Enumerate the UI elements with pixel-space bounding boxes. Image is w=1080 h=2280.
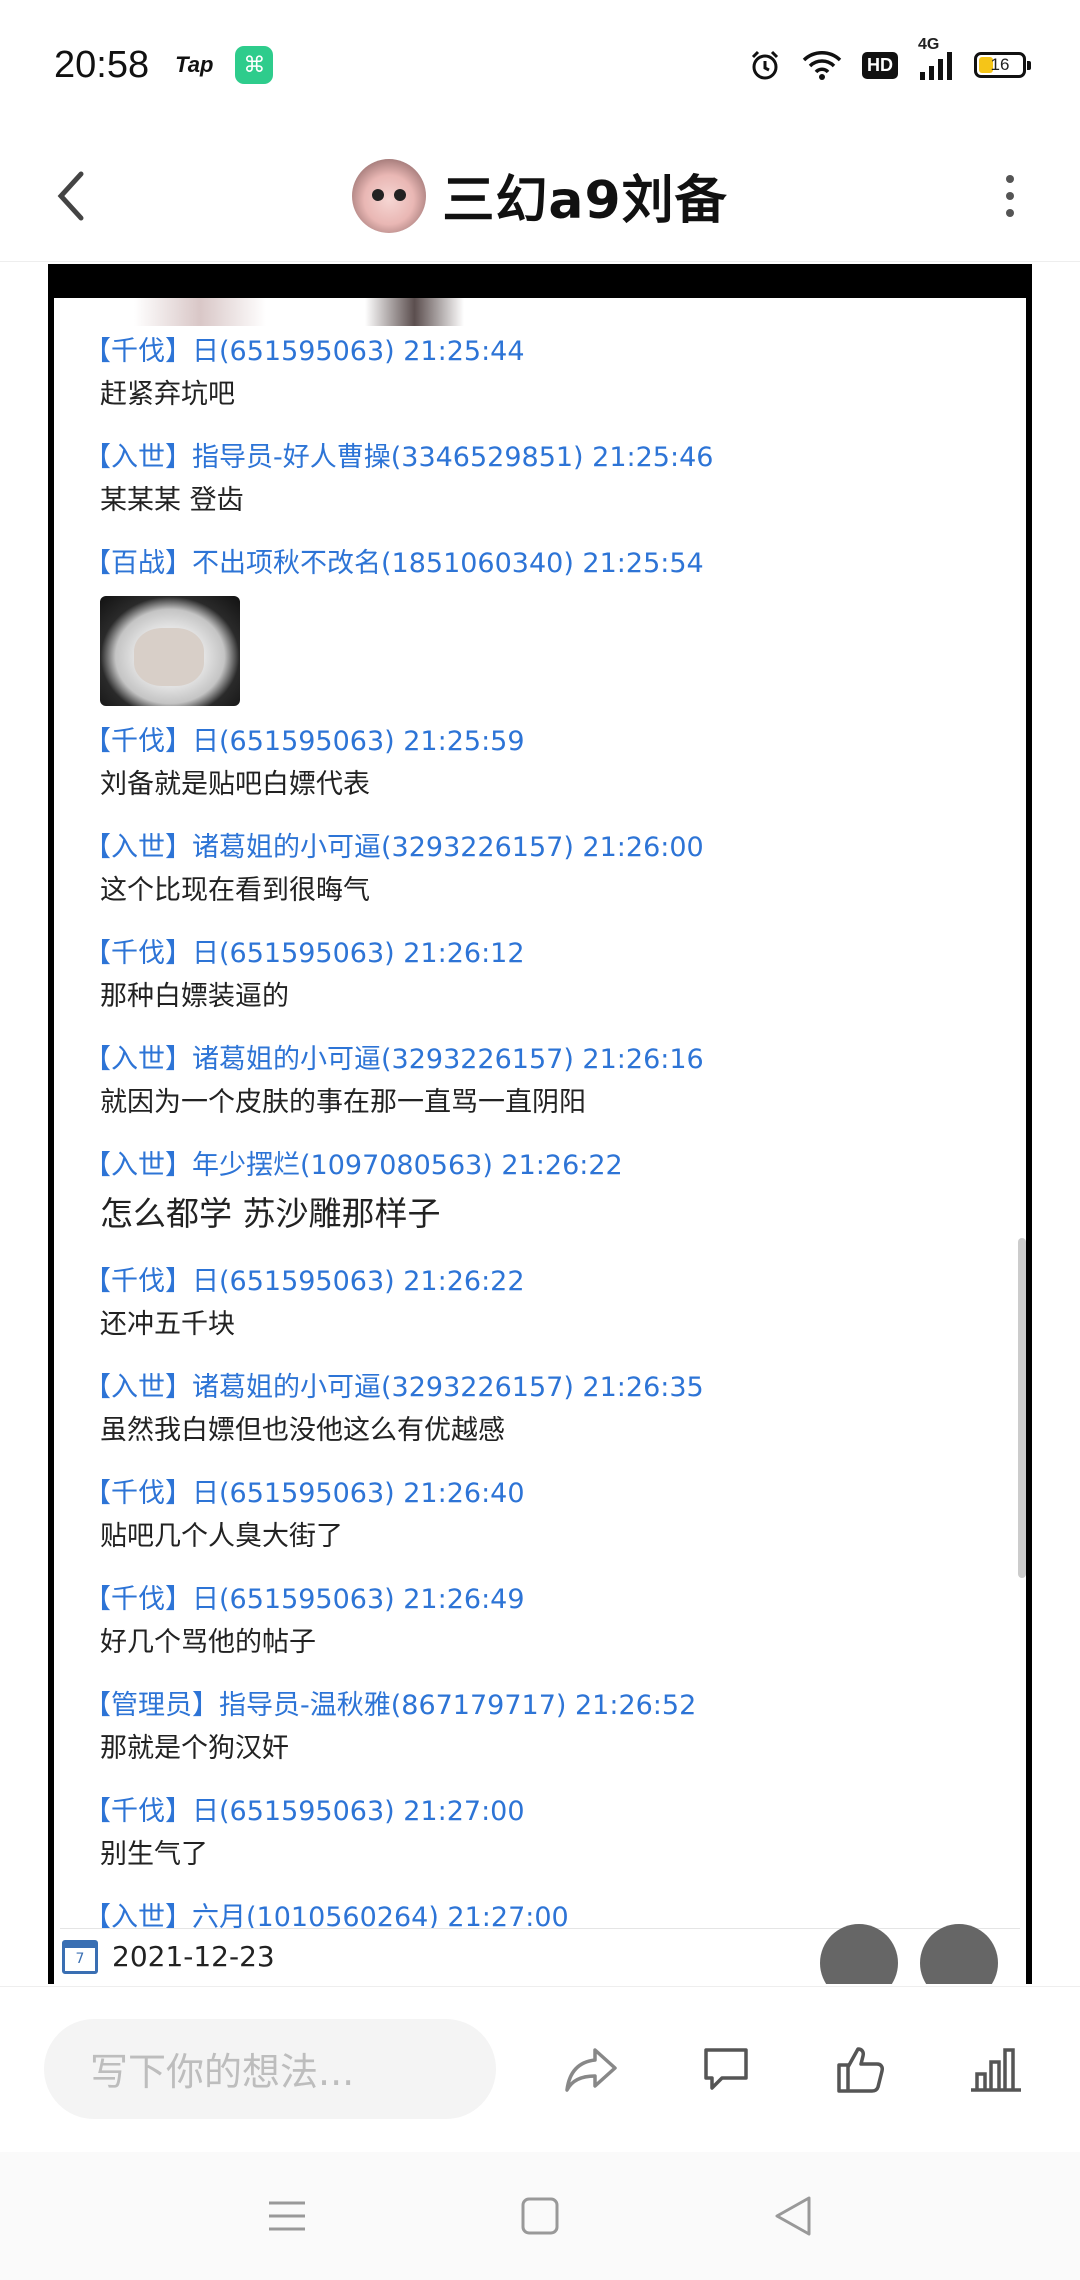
more-options-button[interactable] bbox=[980, 156, 1040, 236]
like-button[interactable] bbox=[822, 2029, 901, 2109]
page-title[interactable]: 三幻a9刘备 bbox=[442, 158, 727, 233]
message-body: 刘备就是贴吧白嫖代表 bbox=[100, 769, 370, 800]
chat-footer: 7 2021-12-23 bbox=[60, 1924, 1020, 1984]
system-nav-bar bbox=[0, 2152, 1080, 2280]
cropped-image-top bbox=[134, 298, 464, 326]
chat-log-panel: 【千伐】日(651595063) 21:25:44 赶紧弃坑吧 【入世】指导员-… bbox=[54, 298, 1026, 1984]
message-body: 赶紧弃坑吧 bbox=[100, 379, 235, 410]
message-header: 【千伐】日(651595063) 21:25:44 bbox=[84, 336, 525, 367]
comment-icon bbox=[704, 2047, 748, 2090]
message-header: 【千伐】日(651595063) 21:26:49 bbox=[84, 1584, 525, 1615]
wifi-icon bbox=[802, 51, 842, 80]
message-body: 还冲五千块 bbox=[100, 1309, 235, 1340]
calendar-icon: 7 bbox=[62, 1939, 98, 1974]
message-body: 虽然我白嫖但也没他这么有优越感 bbox=[100, 1415, 505, 1446]
square-icon bbox=[521, 2197, 559, 2235]
message-header: 【百战】不出项秋不改名(1851060340) 21:25:54 bbox=[84, 548, 704, 579]
scrollbar bbox=[1018, 1238, 1026, 1578]
home-button[interactable] bbox=[500, 2176, 580, 2256]
status-bar: 20:58 Tap ⌘ HD 4G 16 bbox=[0, 0, 1080, 130]
comment-button[interactable] bbox=[687, 2029, 766, 2109]
message-body: 那就是个狗汉奸 bbox=[100, 1733, 289, 1764]
message-header: 【入世】指导员-好人曹操(3346529851) 21:25:46 bbox=[84, 442, 714, 473]
battery-level: 16 bbox=[990, 55, 1010, 74]
thumbs-up-icon bbox=[837, 2046, 885, 2093]
message-header: 【入世】诸葛姐的小可逼(3293226157) 21:26:00 bbox=[84, 832, 704, 863]
signal-icon: 4G bbox=[918, 36, 954, 80]
message-body: 那种白嫖装逼的 bbox=[100, 981, 289, 1012]
bar-chart-icon bbox=[971, 2047, 1022, 2092]
panda-sticker-image bbox=[100, 596, 240, 706]
message-header: 【入世】年少摆烂(1097080563) 21:26:22 bbox=[84, 1150, 623, 1181]
message-header: 【管理员】指导员-温秋雅(867179717) 21:26:52 bbox=[84, 1690, 697, 1721]
back-nav-button[interactable] bbox=[753, 2176, 833, 2256]
chat-message-list: 【千伐】日(651595063) 21:25:44 赶紧弃坑吧 【入世】指导员-… bbox=[84, 334, 1006, 1984]
hd-badge: HD bbox=[862, 51, 898, 79]
status-time: 20:58 bbox=[54, 43, 150, 86]
triangle-back-icon bbox=[775, 2196, 811, 2236]
chevron-left-icon bbox=[57, 171, 84, 221]
message-header: 【千伐】日(651595063) 21:26:22 bbox=[84, 1266, 525, 1297]
battery-icon: 16 bbox=[974, 52, 1031, 78]
message-body: 怎么都学 苏沙雕那样子 bbox=[100, 1194, 441, 1233]
message-body: 贴吧几个人臭大街了 bbox=[100, 1521, 343, 1552]
stats-button[interactable] bbox=[957, 2029, 1036, 2109]
message-body: 别生气了 bbox=[100, 1839, 208, 1870]
next-page-icon bbox=[920, 1924, 998, 1984]
alarm-icon bbox=[751, 50, 779, 80]
network-type-label: 4G bbox=[918, 36, 940, 53]
post-header: 三幻a9刘备 bbox=[0, 130, 1080, 262]
message-header: 【入世】诸葛姐的小可逼(3293226157) 21:26:35 bbox=[84, 1372, 704, 1403]
app-notification-icon: ⌘ bbox=[235, 46, 274, 84]
chat-date: 2021-12-23 bbox=[112, 1940, 275, 1973]
comment-input[interactable]: 写下你的想法... bbox=[44, 2018, 496, 2119]
bottom-action-bar: 写下你的想法... bbox=[0, 1986, 1080, 2150]
message-header: 【入世】诸葛姐的小可逼(3293226157) 21:26:16 bbox=[84, 1044, 704, 1075]
back-button[interactable] bbox=[40, 156, 100, 236]
avatar[interactable] bbox=[352, 158, 427, 233]
share-button[interactable] bbox=[552, 2029, 631, 2109]
overlay-button-icon bbox=[820, 1924, 898, 1984]
tap-app-icon: Tap bbox=[175, 52, 214, 77]
message-body: 这个比现在看到很晦气 bbox=[100, 875, 370, 906]
message-header: 【千伐】日(651595063) 21:25:59 bbox=[84, 726, 525, 757]
message-header: 【千伐】日(651595063) 21:26:40 bbox=[84, 1478, 525, 1509]
message-body: 某某某 登齿 bbox=[100, 485, 244, 516]
message-body: 就因为一个皮肤的事在那一直骂一直阴阳 bbox=[100, 1087, 586, 1118]
message-header: 【千伐】日(651595063) 21:27:00 bbox=[84, 1796, 525, 1827]
more-dot-icon bbox=[1006, 175, 1014, 183]
share-icon bbox=[565, 2047, 617, 2092]
recent-apps-button[interactable] bbox=[247, 2176, 327, 2256]
menu-icon bbox=[268, 2201, 305, 2231]
message-header: 【千伐】日(651595063) 21:26:12 bbox=[84, 938, 525, 969]
screenshot-image[interactable]: 【千伐】日(651595063) 21:25:44 赶紧弃坑吧 【入世】指导员-… bbox=[48, 264, 1032, 1984]
message-body: 好几个骂他的帖子 bbox=[100, 1627, 316, 1658]
